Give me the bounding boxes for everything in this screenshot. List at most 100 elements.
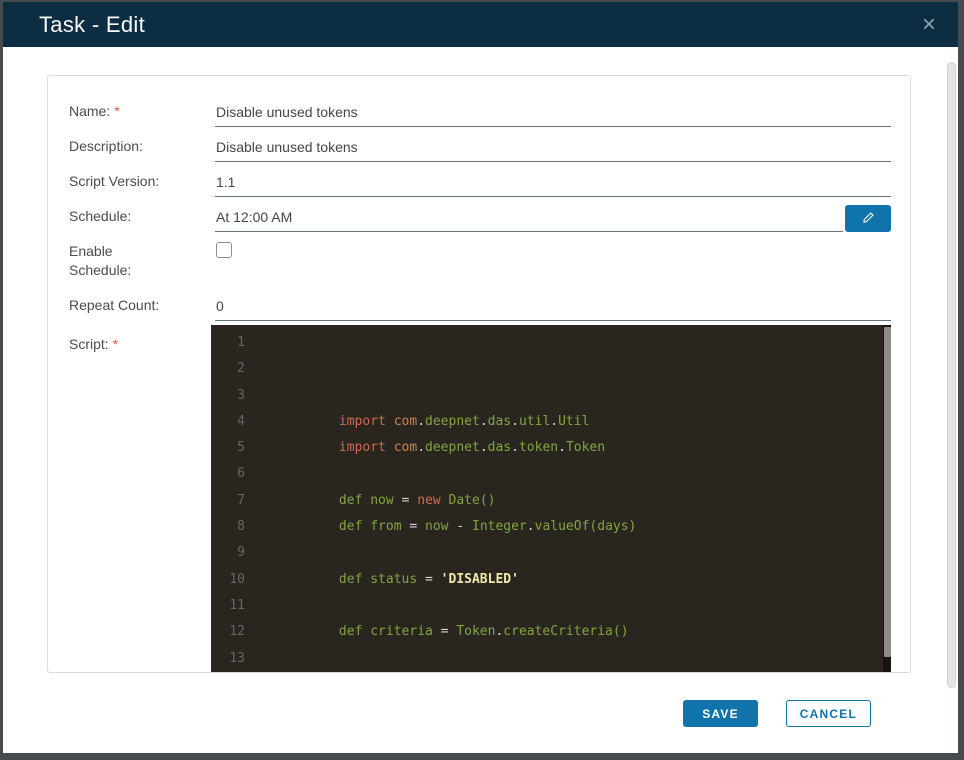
code-token: def status (338, 571, 426, 587)
code-text: import com.deepnet.das.token.Token (245, 435, 605, 461)
field-label: Enable Schedule: (69, 243, 132, 278)
code-token: . (417, 413, 426, 429)
form-rows: Name: * Disable unused tokens Description: D… (69, 92, 891, 672)
schedule-input[interactable]: At 12:00 AM (215, 197, 843, 232)
code-token: import (338, 413, 386, 429)
code-token: . (511, 413, 519, 429)
form-row-name: Name: * Disable unused tokens (69, 92, 891, 127)
code-token: Token (565, 440, 606, 456)
line-number: 7 (237, 492, 245, 508)
modal-scrollbar-thumb[interactable] (947, 62, 956, 688)
line-number: 10 (229, 571, 245, 587)
close-icon[interactable]: × (922, 12, 936, 36)
repeat-count-value: 0 (216, 298, 224, 314)
form-row-enable-schedule: Enable Schedule: (69, 232, 891, 286)
code-token: token (518, 440, 559, 456)
code-token: . (511, 440, 519, 456)
line-number: 3 (237, 387, 245, 403)
code-token: . (479, 413, 488, 429)
code-text: def status = 'DISABLED' (245, 567, 519, 593)
description-input[interactable]: Disable unused tokens (215, 127, 891, 162)
code-token: Date() (440, 492, 496, 508)
code-token: = (425, 571, 441, 587)
modal-title: Task - Edit (39, 11, 145, 37)
code-token: das (487, 413, 512, 429)
code-line: 3 (211, 383, 891, 409)
field-label: Script Version: (69, 173, 160, 189)
line-number: 1 (237, 335, 245, 350)
code-token: deepnet (425, 413, 480, 429)
schedule-edit-button[interactable] (845, 205, 891, 232)
code-token: = (440, 624, 457, 640)
line-number: 13 (229, 650, 245, 666)
code-token: - (456, 519, 472, 535)
code-line: 13 (211, 646, 891, 672)
code-text: def criteria = Token.createCriteria() (245, 619, 629, 645)
form-row-description: Description: Disable unused tokens (69, 127, 891, 162)
line-number: 6 (237, 466, 245, 482)
form-row-schedule: Schedule: At 12:00 AM (69, 197, 891, 232)
code-token: util (518, 413, 551, 429)
modal-header: Task - Edit × (3, 2, 958, 47)
code-token: import (338, 440, 386, 456)
name-value: Disable unused tokens (216, 104, 358, 120)
code-line: 4 import com.deepnet.das.util.Util (211, 409, 891, 435)
code-token: . (417, 440, 426, 456)
field-checkbox-wrap (215, 232, 891, 286)
field-label: Schedule: (69, 208, 132, 224)
code-token: def criteria (338, 624, 441, 640)
code-token: . (479, 440, 488, 456)
code-line: 2 (211, 356, 891, 382)
line-number: 12 (229, 624, 245, 640)
code-line: 10 def status = 'DISABLED' (211, 567, 891, 593)
code-line: 11 (211, 593, 891, 619)
code-token: valueOf(days) (534, 519, 637, 535)
code-text: def now = new Date() (245, 488, 496, 514)
save-button[interactable]: SAVE (683, 700, 758, 727)
code-token: = (409, 519, 426, 535)
screen: Task - Edit × Name: * Disable unused token… (0, 0, 964, 760)
script-editor[interactable]: 1234 import com.deepnet.das.util.Util 5 i… (211, 325, 891, 672)
editor-scrollbar-thumb[interactable] (884, 327, 891, 657)
line-number: 5 (237, 440, 245, 456)
code-token: das (487, 440, 512, 456)
code-token: now (425, 519, 457, 535)
code-token: . (526, 519, 535, 535)
code-token: deepnet (425, 440, 480, 456)
code-token: . (558, 440, 566, 456)
repeat-count-input[interactable]: 0 (215, 286, 891, 321)
name-input[interactable]: Disable unused tokens (215, 92, 891, 127)
field-label: Name: * (69, 103, 120, 119)
code-token: = (401, 492, 418, 508)
code-token: def now (338, 492, 402, 508)
modal-body: Name: * Disable unused tokens Description: D… (3, 47, 958, 727)
field-label: Description: (69, 138, 143, 154)
code-line: 9 (211, 540, 891, 566)
code-token: com (393, 413, 418, 429)
required-marker: * (114, 103, 120, 119)
line-number: 11 (229, 597, 245, 613)
code-token: com (393, 440, 418, 456)
code-line: 12 def criteria = Token.createCriteria() (211, 619, 891, 645)
code-token: . (550, 413, 559, 429)
code-token: Integer (472, 519, 527, 535)
code-line: 8 def from = now - Integer.valueOf(days) (211, 514, 891, 540)
form-row-repeat-count: Repeat Count: 0 (69, 286, 891, 321)
field-label: Repeat Count: (69, 297, 160, 313)
footer: SAVE CANCEL (47, 673, 911, 727)
script-version-input[interactable]: 1.1 (215, 162, 891, 197)
code-token: Util (558, 413, 590, 429)
form-card: Name: * Disable unused tokens Description: D… (47, 75, 911, 673)
form-row-script-version: Script Version: 1.1 (69, 162, 891, 197)
schedule-value: At 12:00 AM (216, 209, 293, 225)
field-label: Script: * (69, 336, 119, 352)
pencil-icon (861, 210, 876, 228)
line-number: 2 (237, 361, 245, 377)
cancel-button[interactable]: CANCEL (785, 700, 871, 727)
description-value: Disable unused tokens (216, 139, 358, 155)
enable-schedule-checkbox[interactable] (216, 242, 232, 258)
code-line: 1 (211, 330, 891, 356)
required-marker: * (112, 336, 119, 352)
